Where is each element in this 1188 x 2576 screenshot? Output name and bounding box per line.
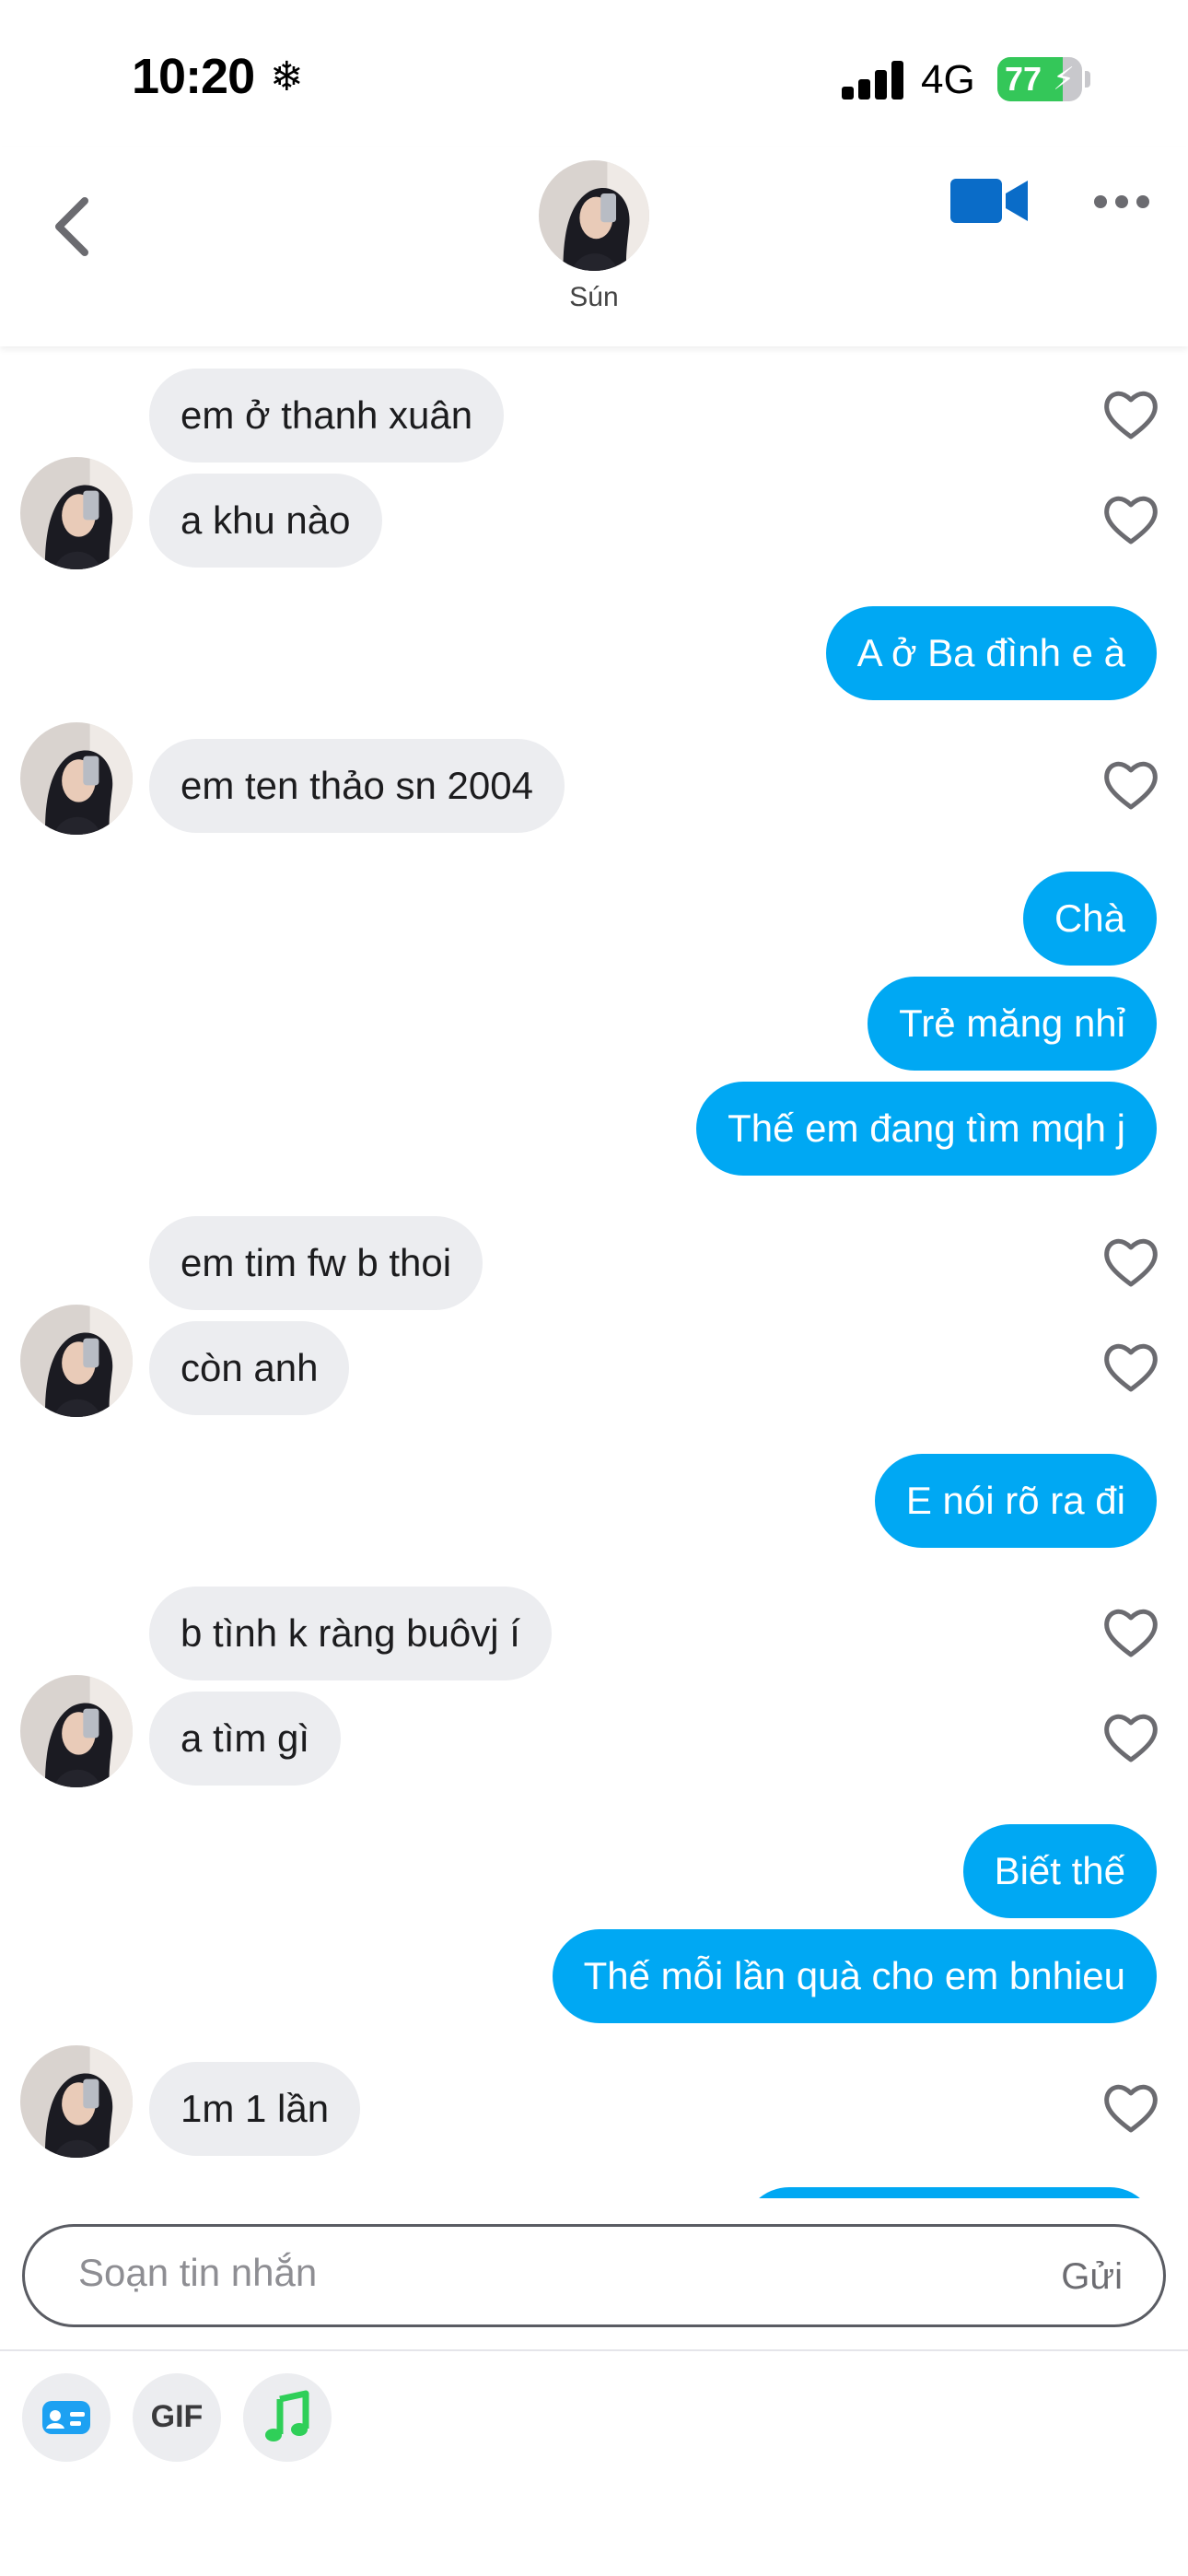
heart-icon[interactable] <box>1101 1710 1160 1765</box>
battery-tip <box>1085 71 1090 88</box>
avatar[interactable] <box>20 2045 133 2158</box>
more-dots-icon[interactable] <box>1092 190 1151 214</box>
outgoing-message[interactable]: Thế mỗi lần quà cho em bnhieu <box>552 1929 1157 2023</box>
outgoing-message[interactable]: Biết thế <box>962 1824 1157 1918</box>
gif-label: GIF <box>150 2399 204 2434</box>
gif-button[interactable]: GIF <box>133 2373 221 2462</box>
status-bar: 10:20 ❄ 4G 77 ⚡ <box>0 0 1188 147</box>
heart-icon[interactable] <box>1101 757 1160 813</box>
avatar[interactable] <box>20 457 133 569</box>
back-chevron-icon[interactable] <box>39 181 103 273</box>
incoming-message[interactable]: em ở thanh xuân <box>149 369 505 463</box>
send-button[interactable]: Gửi <box>1061 2256 1123 2298</box>
incoming-message[interactable]: em ten thảo sn 2004 <box>149 739 565 833</box>
sticker-card-icon <box>42 2401 90 2434</box>
composer-area: Gửi GIF <box>0 2198 1188 2576</box>
heart-icon[interactable] <box>1101 387 1160 442</box>
outgoing-message[interactable]: Trẻ măng nhỉ <box>868 977 1157 1071</box>
video-call-icon[interactable] <box>950 175 1030 227</box>
message-input[interactable] <box>78 2251 907 2295</box>
incoming-message[interactable]: em tim fw b thoi <box>149 1216 483 1310</box>
music-note-icon <box>265 2390 309 2441</box>
outgoing-message[interactable]: Thế em đang tìm mqh j <box>696 1082 1157 1176</box>
avatar[interactable] <box>20 1675 133 1787</box>
heart-icon[interactable] <box>1101 492 1160 547</box>
heart-icon[interactable] <box>1101 1340 1160 1395</box>
incoming-message[interactable]: a tìm gì <box>149 1692 342 1786</box>
battery-icon: 77 ⚡ <box>997 57 1082 101</box>
sticker-card-button[interactable] <box>22 2373 111 2462</box>
message-composer[interactable]: Gửi <box>22 2224 1166 2327</box>
contact-avatar[interactable] <box>539 160 649 271</box>
music-button[interactable] <box>243 2373 332 2462</box>
incoming-message[interactable]: b tình k ràng buôvj í <box>149 1587 552 1680</box>
heart-icon[interactable] <box>1101 2080 1160 2136</box>
avatar[interactable] <box>20 722 133 835</box>
incoming-message[interactable]: còn anh <box>149 1321 350 1415</box>
outgoing-message[interactable]: Chà <box>1022 872 1157 966</box>
incoming-message[interactable]: a khu nào <box>149 474 382 568</box>
message-list[interactable]: em ở thanh xuân a khu nào A ở Ba đình e … <box>0 346 1188 2198</box>
network-label: 4G <box>921 57 975 102</box>
chat-header: Sún <box>0 147 1188 346</box>
snowflake-icon: ❄ <box>270 54 304 100</box>
battery-percent: 77 <box>1005 60 1042 98</box>
signal-icon <box>842 61 904 100</box>
contact-name: Sún <box>569 282 619 312</box>
heart-icon[interactable] <box>1101 1235 1160 1290</box>
heart-icon[interactable] <box>1101 1605 1160 1660</box>
outgoing-message-partial[interactable] <box>742 2187 1157 2198</box>
avatar[interactable] <box>20 1305 133 1417</box>
charging-bolt-icon: ⚡ <box>1053 62 1075 97</box>
incoming-message[interactable]: 1m 1 lần <box>149 2062 361 2156</box>
outgoing-message[interactable]: E nói rõ ra đi <box>874 1454 1157 1548</box>
outgoing-message[interactable]: A ở Ba đình e à <box>825 606 1157 700</box>
status-time: 10:20 <box>132 49 255 104</box>
divider <box>0 2349 1188 2351</box>
